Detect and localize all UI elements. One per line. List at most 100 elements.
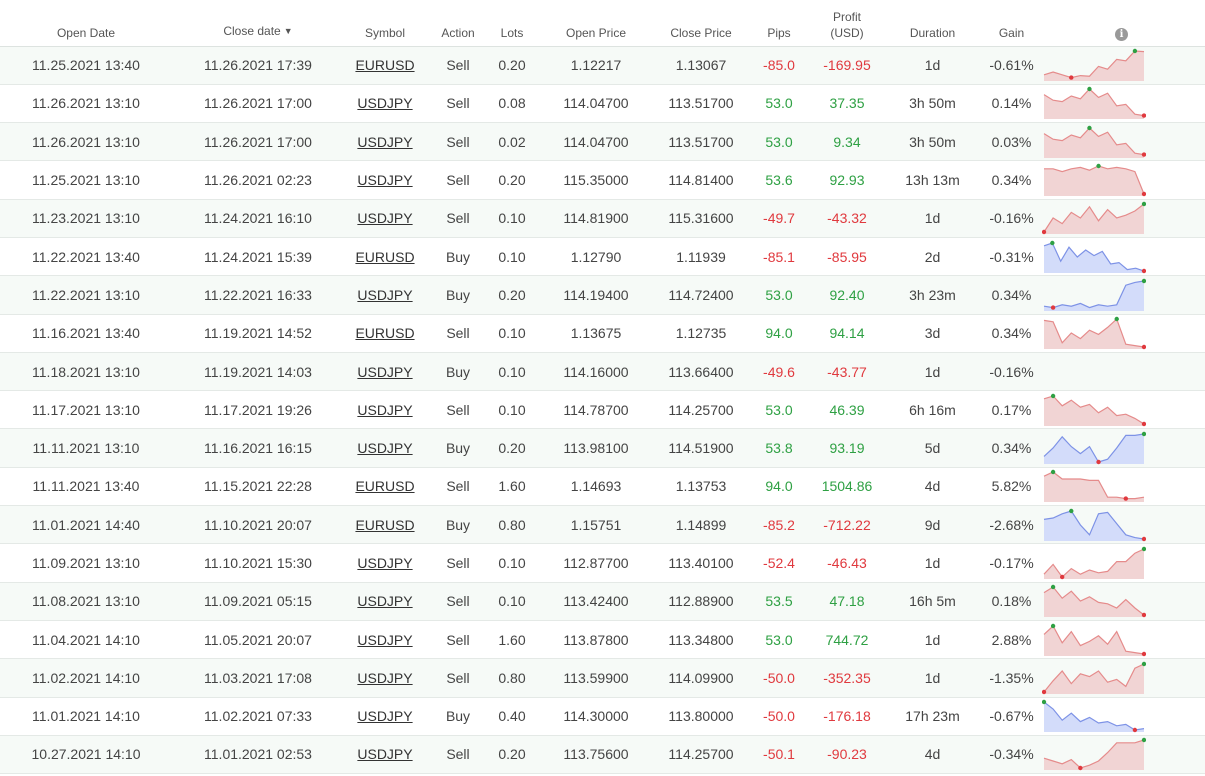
table-row[interactable]: 11.23.2021 13:10 11.24.2021 16:10 USDJPY Se… xyxy=(0,199,1205,238)
table-row[interactable]: 11.25.2021 13:40 11.26.2021 17:39 EURUSD Se… xyxy=(0,46,1205,85)
col-pips[interactable]: Pips xyxy=(744,0,814,47)
symbol-link[interactable]: USDJPY xyxy=(357,555,412,571)
symbol-link[interactable]: EURUSD xyxy=(355,249,414,265)
equity-sparkline xyxy=(1043,125,1146,158)
close-date-cell: 11.26.2021 02:23 xyxy=(204,172,312,189)
sparkline-max-dot xyxy=(1050,623,1056,628)
profit-cell: 744.72 xyxy=(825,631,869,648)
profit-cell: -352.35 xyxy=(823,669,871,686)
symbol-link[interactable]: USDJPY xyxy=(357,364,412,380)
close-date-cell: 11.15.2021 22:28 xyxy=(204,478,312,495)
pips-cell: 53.5 xyxy=(765,593,793,610)
lots-cell: 0.20 xyxy=(498,746,526,763)
sparkline-min-dot xyxy=(1078,766,1083,771)
symbol-link[interactable]: EURUSD xyxy=(355,325,414,341)
close-price-cell: 113.51700 xyxy=(668,95,734,112)
table-row[interactable]: 11.11.2021 13:40 11.15.2021 22:28 EURUSD Se… xyxy=(0,467,1205,506)
table-row[interactable]: 11.22.2021 13:40 11.24.2021 15:39 EURUSD Bu… xyxy=(0,237,1205,276)
action-cell: Sell xyxy=(446,325,470,342)
table-row[interactable]: 10.27.2021 14:10 11.01.2021 02:53 USDJPY Se… xyxy=(0,735,1205,774)
symbol-link[interactable]: EURUSD xyxy=(355,478,414,494)
gain-cell: -0.16% xyxy=(989,210,1034,227)
col-open-price[interactable]: Open Price xyxy=(534,0,658,47)
equity-sparkline xyxy=(1042,699,1145,733)
symbol-link[interactable]: EURUSD xyxy=(355,57,414,73)
info-icon[interactable]: i xyxy=(1115,27,1128,41)
table-row[interactable]: 11.09.2021 13:10 11.10.2021 15:30 USDJPY Se… xyxy=(0,543,1205,583)
col-close-price[interactable]: Close Price xyxy=(658,0,744,47)
symbol-link[interactable]: USDJPY xyxy=(357,210,412,226)
table-row[interactable]: 11.01.2021 14:40 11.10.2021 20:07 EURUSD Bu… xyxy=(0,505,1205,544)
close-date-cell: 11.16.2021 16:15 xyxy=(204,440,312,457)
table-row[interactable]: 11.11.2021 13:10 11.16.2021 16:15 USDJPY Bu… xyxy=(0,428,1205,468)
table-row[interactable]: 11.26.2021 13:10 11.26.2021 17:00 USDJPY Se… xyxy=(0,84,1205,123)
table-row[interactable]: 11.25.2021 13:10 11.26.2021 02:23 USDJPY Se… xyxy=(0,160,1205,200)
open-date-cell: 11.18.2021 13:10 xyxy=(32,363,140,380)
symbol-link[interactable]: USDJPY xyxy=(357,632,412,648)
symbol-link[interactable]: USDJPY xyxy=(357,287,412,303)
profit-cell: 92.93 xyxy=(829,172,865,189)
sparkline-max-dot xyxy=(1087,125,1092,130)
duration-cell: 1d xyxy=(924,555,941,571)
lots-cell: 0.80 xyxy=(498,669,526,686)
table-row[interactable]: 11.26.2021 13:10 11.26.2021 17:00 USDJPY Se… xyxy=(0,122,1205,161)
table-header-row: Open Date Close date ▼ Symbol Action Lots… xyxy=(0,0,1205,47)
open-date-cell: 10.27.2021 14:10 xyxy=(31,746,141,763)
open-date-cell: 11.11.2021 13:40 xyxy=(32,478,140,495)
symbol-link[interactable]: USDJPY xyxy=(357,593,412,609)
open-date-cell: 11.22.2021 13:40 xyxy=(32,248,140,265)
col-close-date[interactable]: Close date ▼ xyxy=(172,0,344,47)
col-symbol[interactable]: Symbol xyxy=(344,0,426,47)
profit-cell: 93.19 xyxy=(829,440,865,457)
table-row[interactable]: 11.02.2021 14:10 11.03.2021 17:08 USDJPY Se… xyxy=(0,658,1205,698)
open-price-cell: 113.42400 xyxy=(563,593,629,610)
duration-cell: 17h 23m xyxy=(905,708,960,725)
col-action[interactable]: Action xyxy=(426,0,490,47)
col-open-date[interactable]: Open Date xyxy=(0,0,172,47)
col-lots[interactable]: Lots xyxy=(490,0,534,47)
pips-cell: -52.4 xyxy=(763,555,795,571)
col-profit[interactable]: Profit (USD) xyxy=(814,0,880,47)
table-row[interactable]: 11.16.2021 13:40 11.19.2021 14:52 EURUSD Se… xyxy=(0,314,1205,353)
duration-cell: 5d xyxy=(924,440,941,457)
symbol-link[interactable]: USDJPY xyxy=(357,402,412,418)
duration-cell: 9d xyxy=(924,516,941,533)
duration-cell: 3d xyxy=(924,325,941,342)
sparkline-area xyxy=(1044,204,1144,235)
lots-cell: 1.60 xyxy=(498,478,526,495)
table-row[interactable]: 11.08.2021 13:10 11.09.2021 05:15 USDJPY Se… xyxy=(0,582,1205,621)
duration-cell: 4d xyxy=(924,746,941,763)
lots-cell: 0.10 xyxy=(498,555,526,571)
symbol-link[interactable]: USDJPY xyxy=(357,746,412,762)
symbol-link[interactable]: USDJPY xyxy=(357,95,412,111)
symbol-link[interactable]: USDJPY xyxy=(357,440,412,456)
col-duration[interactable]: Duration xyxy=(880,0,985,47)
sparkline-max-dot xyxy=(1141,546,1146,552)
sparkline-min-dot xyxy=(1141,345,1146,350)
table-row[interactable]: 11.22.2021 13:10 11.22.2021 16:33 USDJPY Bu… xyxy=(0,275,1205,315)
sparkline-max-dot xyxy=(1141,202,1146,207)
symbol-link[interactable]: USDJPY xyxy=(357,670,412,686)
table-row[interactable]: 11.17.2021 13:10 11.17.2021 19:26 USDJPY Se… xyxy=(0,390,1205,429)
close-price-cell: 114.09900 xyxy=(668,669,734,686)
table-row[interactable]: 11.01.2021 14:10 11.02.2021 07:33 USDJPY Bu… xyxy=(0,697,1205,736)
symbol-link[interactable]: USDJPY xyxy=(357,172,412,188)
symbol-link[interactable]: USDJPY xyxy=(357,708,412,724)
sparkline-min-dot xyxy=(1069,75,1074,80)
symbol-link[interactable]: EURUSD xyxy=(355,517,414,533)
open-price-cell: 1.13675 xyxy=(570,325,622,342)
sparkline-min-dot xyxy=(1042,689,1047,695)
table-row[interactable]: 11.04.2021 14:10 11.05.2021 20:07 USDJPY Se… xyxy=(0,620,1205,659)
table-row[interactable]: 11.18.2021 13:10 11.19.2021 14:03 USDJPY Bu… xyxy=(0,352,1205,391)
symbol-link[interactable]: USDJPY xyxy=(357,134,412,150)
close-date-cell: 11.09.2021 05:15 xyxy=(204,593,312,610)
profit-cell: 46.39 xyxy=(829,401,865,418)
close-price-cell: 114.25700 xyxy=(668,746,734,763)
col-gain[interactable]: Gain xyxy=(985,0,1038,47)
open-date-cell: 11.22.2021 13:10 xyxy=(32,286,140,303)
close-price-cell: 113.80000 xyxy=(668,708,734,725)
equity-sparkline xyxy=(1042,661,1146,695)
close-price-cell: 1.11939 xyxy=(676,248,726,265)
action-cell: Sell xyxy=(446,593,470,610)
sparkline-min-dot xyxy=(1050,305,1056,310)
